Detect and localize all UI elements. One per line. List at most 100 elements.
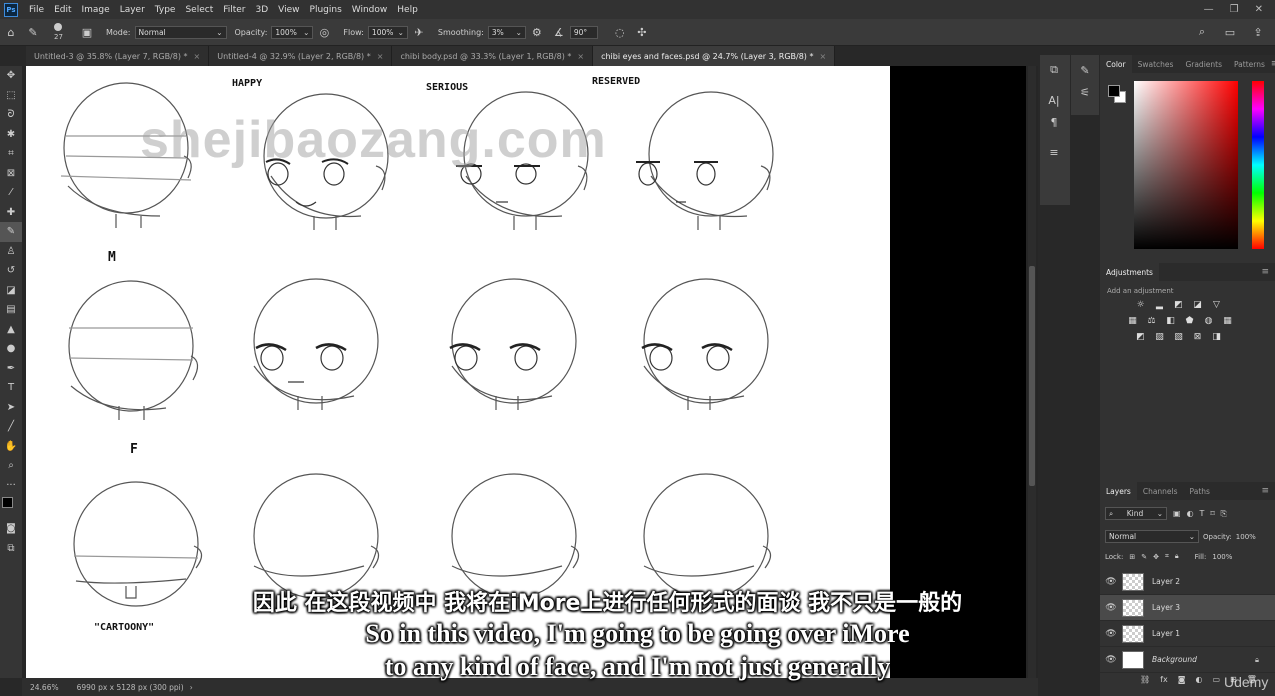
quick-mask-icon[interactable]: ◙ <box>0 519 22 539</box>
properties-panel-icon[interactable]: ≡ <box>1040 141 1068 163</box>
workspace-icon[interactable]: ▭ <box>1222 24 1238 40</box>
foreground-color-swatch[interactable] <box>1108 85 1120 97</box>
hand-tool-icon[interactable]: ✋ <box>0 437 22 457</box>
curves-icon[interactable]: ◩ <box>1172 300 1185 311</box>
tab-chibi-body[interactable]: chibi body.psd @ 33.3% (Layer 1, RGB/8) … <box>392 46 594 66</box>
share-icon[interactable]: ⇪ <box>1250 24 1266 40</box>
blend-mode-select[interactable]: Normal ⌄ <box>1105 530 1199 543</box>
menu-window[interactable]: Window <box>347 5 393 15</box>
filter-shape-icon[interactable]: ⌑ <box>1210 509 1214 518</box>
tab-patterns[interactable]: Patterns <box>1228 60 1271 69</box>
paragraph-panel-icon[interactable]: ¶ <box>1040 111 1068 133</box>
menu-type[interactable]: Type <box>150 5 181 15</box>
hue-saturation-icon[interactable]: ▦ <box>1126 316 1139 327</box>
magic-wand-tool-icon[interactable]: ✱ <box>0 125 22 145</box>
gradient-tool-icon[interactable]: ▤ <box>0 300 22 320</box>
foreground-color-swatch[interactable] <box>2 497 13 508</box>
opacity-field[interactable]: 100% ⌄ <box>271 25 314 39</box>
line-tool-icon[interactable]: ╱ <box>0 417 22 437</box>
threshold-icon[interactable]: ▧ <box>1172 332 1185 343</box>
zoom-level[interactable]: 24.66% <box>30 683 59 692</box>
tab-gradients[interactable]: Gradients <box>1179 60 1228 69</box>
panel-menu-icon[interactable]: ≡ <box>1271 59 1275 69</box>
airbrush-icon[interactable]: ✈ <box>411 24 427 40</box>
crop-tool-icon[interactable]: ⌗ <box>0 144 22 164</box>
flow-field[interactable]: 100% ⌄ <box>367 25 408 39</box>
search-icon[interactable]: ⌕ <box>1194 24 1210 40</box>
close-icon[interactable]: × <box>577 52 584 61</box>
panel-menu-icon[interactable]: ≡ <box>1261 486 1275 496</box>
close-icon[interactable]: ✕ <box>1255 4 1263 15</box>
minimize-icon[interactable]: — <box>1204 4 1214 15</box>
brush-settings-icon[interactable]: ▣ <box>79 24 95 40</box>
brush-tool-icon[interactable]: ✎ <box>0 222 22 242</box>
move-tool-icon[interactable]: ✥ <box>0 66 22 86</box>
smoothing-field[interactable]: 3% ⌄ <box>487 25 526 39</box>
lasso-tool-icon[interactable]: ᘐ <box>0 105 22 125</box>
zoom-tool-icon[interactable]: ⌕ <box>0 456 22 476</box>
marquee-tool-icon[interactable]: ⬚ <box>0 86 22 106</box>
scrollbar-thumb[interactable] <box>1029 266 1035 486</box>
layer-filter-select[interactable]: ⌕ Kind ⌄ <box>1105 507 1167 520</box>
opacity-value[interactable]: 100% <box>1236 533 1256 541</box>
pressure-size-icon[interactable]: ◌ <box>612 24 628 40</box>
home-icon[interactable]: ⌂ <box>3 24 19 40</box>
color-swatches[interactable] <box>0 495 22 519</box>
panel-menu-icon[interactable]: ≡ <box>1261 267 1275 277</box>
pressure-opacity-icon[interactable]: ◎ <box>316 24 332 40</box>
tab-untitled-3[interactable]: Untitled-3 @ 35.8% (Layer 7, RGB/8) * × <box>26 46 210 66</box>
more-tools-icon[interactable]: ··· <box>0 476 22 496</box>
filter-smart-icon[interactable]: ⎘ <box>1221 509 1227 519</box>
chevron-right-icon[interactable]: › <box>190 683 193 692</box>
tab-channels[interactable]: Channels <box>1137 487 1184 496</box>
menu-layer[interactable]: Layer <box>115 5 150 15</box>
lock-transparent-icon[interactable]: ⊞ <box>1129 553 1135 561</box>
brightness-icon[interactable]: ☼ <box>1134 300 1147 311</box>
levels-icon[interactable]: ▂ <box>1153 300 1166 311</box>
menu-image[interactable]: Image <box>77 5 115 15</box>
tab-color[interactable]: Color <box>1100 55 1132 73</box>
angle-field[interactable]: 90° <box>569 25 598 39</box>
lock-position-icon[interactable]: ✥ <box>1153 553 1159 561</box>
color-lookup-icon[interactable]: ▦ <box>1221 316 1234 327</box>
stamp-tool-icon[interactable]: ♙ <box>0 242 22 262</box>
channel-mixer-icon[interactable]: ◍ <box>1202 316 1215 327</box>
menu-filter[interactable]: Filter <box>218 5 250 15</box>
menu-plugins[interactable]: Plugins <box>305 5 347 15</box>
lock-all-icon[interactable]: 🔒︎ <box>1175 552 1179 561</box>
selective-color-icon[interactable]: ⊠ <box>1191 332 1204 343</box>
frame-tool-icon[interactable]: ⊠ <box>0 164 22 184</box>
menu-file[interactable]: File <box>24 5 49 15</box>
menu-help[interactable]: Help <box>392 5 423 15</box>
gear-icon[interactable]: ⚙ <box>529 24 545 40</box>
tab-swatches[interactable]: Swatches <box>1132 60 1180 69</box>
document-info[interactable]: 6990 px x 5128 px (300 ppi) <box>77 683 184 692</box>
close-icon[interactable]: × <box>819 52 826 61</box>
brush-panel-icon[interactable]: ✎ <box>1071 59 1099 81</box>
symmetry-icon[interactable]: ✣ <box>634 24 650 40</box>
tab-chibi-eyes-and-faces[interactable]: chibi eyes and faces.psd @ 24.7% (Layer … <box>593 46 836 66</box>
brush-settings-panel-icon[interactable]: ⚟ <box>1071 81 1099 103</box>
type-tool-icon[interactable]: T <box>0 378 22 398</box>
menu-view[interactable]: View <box>273 5 304 15</box>
invert-icon[interactable]: ◩ <box>1134 332 1147 343</box>
tab-untitled-4[interactable]: Untitled-4 @ 32.9% (Layer 2, RGB/8) * × <box>209 46 393 66</box>
posterize-icon[interactable]: ▨ <box>1153 332 1166 343</box>
screen-mode-icon[interactable]: ⧉ <box>0 539 22 559</box>
tab-adjustments[interactable]: Adjustments <box>1100 263 1159 281</box>
filter-type-icon[interactable]: T <box>1200 509 1205 518</box>
healing-brush-tool-icon[interactable]: ✚ <box>0 203 22 223</box>
pen-tool-icon[interactable]: ✒ <box>0 359 22 379</box>
blur-tool-icon[interactable]: ▲ <box>0 320 22 340</box>
black-white-icon[interactable]: ◧ <box>1164 316 1177 327</box>
close-icon[interactable]: × <box>194 52 201 61</box>
menu-edit[interactable]: Edit <box>49 5 76 15</box>
menu-3d[interactable]: 3D <box>251 5 274 15</box>
brush-size-picker[interactable]: 27 <box>50 21 76 43</box>
close-icon[interactable]: × <box>377 52 384 61</box>
lock-image-icon[interactable]: ✎ <box>1141 553 1147 561</box>
eraser-tool-icon[interactable]: ◪ <box>0 281 22 301</box>
history-panel-icon[interactable]: ⧉ <box>1040 59 1068 81</box>
tab-paths[interactable]: Paths <box>1184 487 1216 496</box>
lock-artboard-icon[interactable]: ⌗ <box>1165 552 1169 561</box>
